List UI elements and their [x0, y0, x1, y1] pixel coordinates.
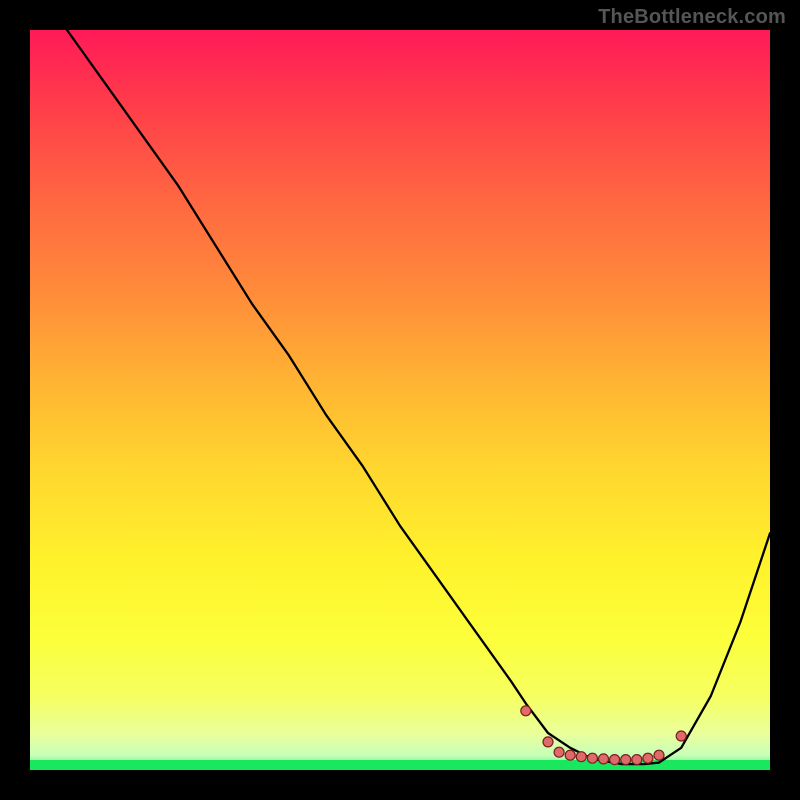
optimal-point: [610, 755, 620, 765]
chart-svg: [30, 30, 770, 770]
optimal-range-points: [521, 706, 686, 765]
bottleneck-curve: [67, 30, 770, 764]
optimal-point: [654, 750, 664, 760]
optimal-point: [521, 706, 531, 716]
optimal-point: [565, 750, 575, 760]
chart-frame: TheBottleneck.com: [0, 0, 800, 800]
optimal-point: [632, 755, 642, 765]
optimal-point: [554, 747, 564, 757]
watermark-text: TheBottleneck.com: [598, 6, 786, 29]
optimal-point: [676, 731, 686, 741]
optimal-point: [621, 755, 631, 765]
optimal-point: [576, 752, 586, 762]
plot-area: [30, 30, 770, 770]
optimal-point: [587, 753, 597, 763]
optimal-point: [599, 754, 609, 764]
optimal-point: [643, 753, 653, 763]
optimal-point: [543, 737, 553, 747]
